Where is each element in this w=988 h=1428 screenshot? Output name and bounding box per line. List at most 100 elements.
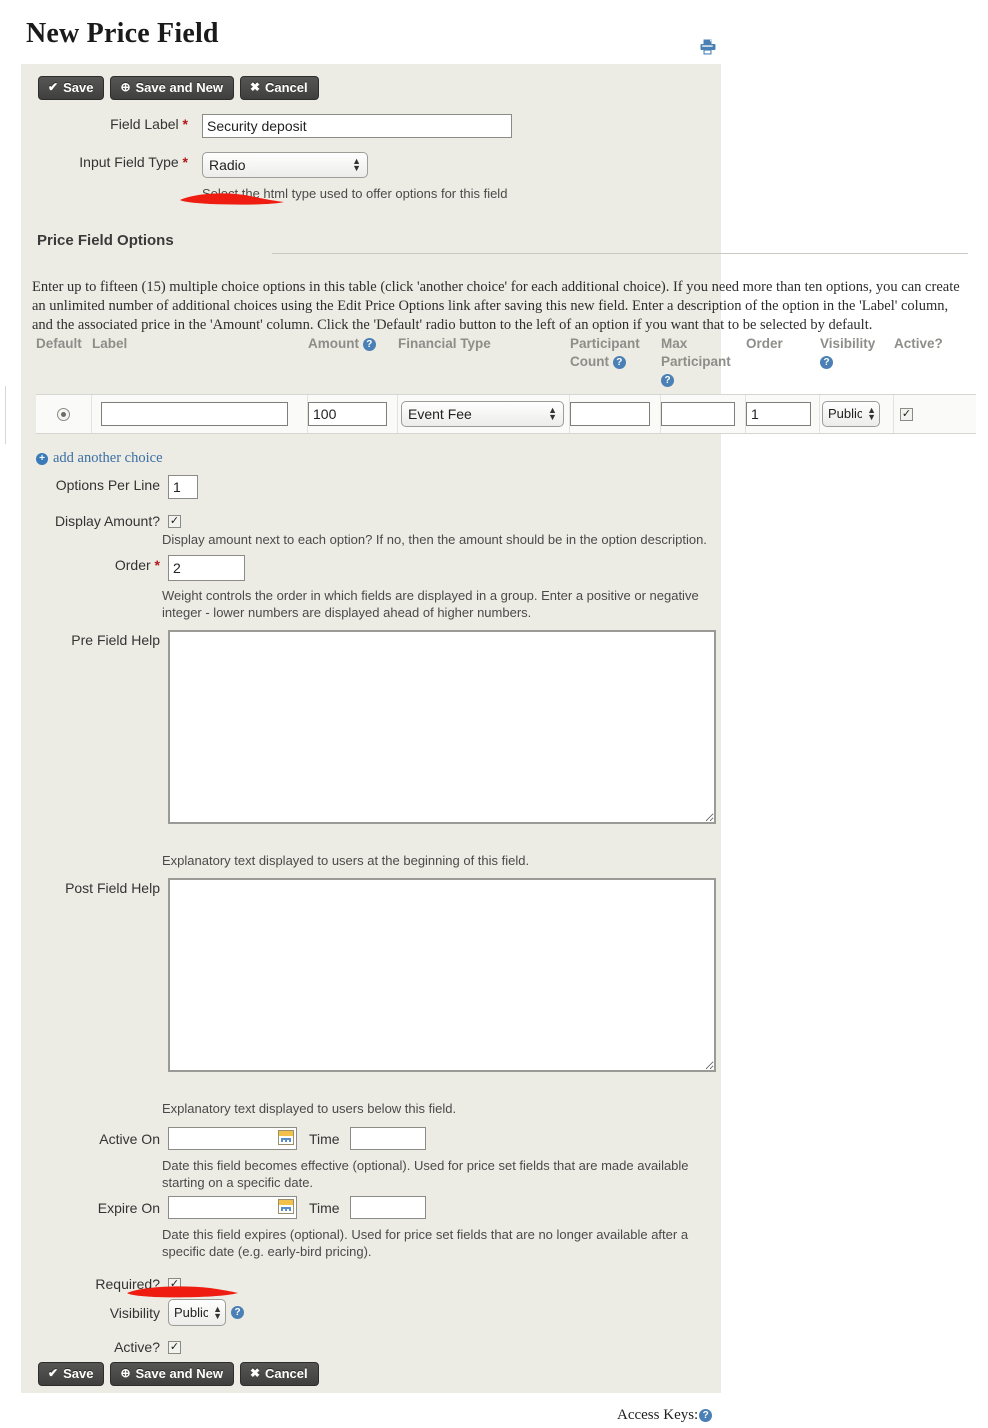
- order-input[interactable]: [168, 555, 245, 581]
- cancel-button-label: Cancel: [265, 1366, 308, 1381]
- option-visibility-select[interactable]: Public: [822, 401, 880, 427]
- active-label: Active?: [114, 1339, 160, 1355]
- display-amount-label: Display Amount?: [54, 513, 160, 529]
- active-on-label: Active On: [99, 1130, 160, 1147]
- order-label: Order: [114, 557, 151, 573]
- input-field-type-row: Input Field Type * Radio ▲ ▼: [38, 152, 638, 178]
- price-field-options-intro: Enter up to fifteen (15) multiple choice…: [32, 279, 960, 333]
- active-on-time-input[interactable]: [349, 1127, 426, 1150]
- column-header-max-participant-text: Max Participant: [661, 336, 731, 369]
- active-checkbox[interactable]: ✓: [168, 1340, 181, 1354]
- display-amount-checkbox[interactable]: ✓: [168, 514, 181, 528]
- add-another-choice-link[interactable]: + add another choice: [36, 450, 163, 467]
- column-header-max-participant: Max Participant ?: [661, 335, 746, 389]
- cancel-button-label: Cancel: [265, 80, 308, 95]
- cancel-button-bottom[interactable]: ✖ Cancel: [239, 1362, 319, 1386]
- required-marker: *: [182, 116, 188, 132]
- expire-on-time-input[interactable]: [349, 1196, 426, 1219]
- post-field-help-textarea[interactable]: [168, 878, 716, 1072]
- visibility-select[interactable]: Public: [168, 1299, 226, 1326]
- printer-icon[interactable]: [699, 38, 717, 56]
- cancel-button-top[interactable]: ✖ Cancel: [239, 76, 319, 100]
- max-participant-input[interactable]: [661, 402, 735, 426]
- column-header-participant-count: Participant Count ?: [570, 335, 661, 389]
- pre-field-help-label: Pre Field Help: [71, 632, 160, 648]
- order-help: Weight controls the order in which field…: [162, 588, 699, 620]
- expire-on-row: Expire On Time: [38, 1196, 426, 1219]
- post-field-help-label: Post Field Help: [65, 880, 160, 896]
- column-header-amount-text: Amount: [308, 336, 359, 351]
- close-icon: ✖: [249, 80, 260, 94]
- save-and-new-button-top[interactable]: ⊕ Save and New: [110, 76, 234, 100]
- help-icon-amount[interactable]: ?: [362, 337, 376, 351]
- column-header-visibility-text: Visibility: [820, 336, 876, 351]
- section-divider: [272, 253, 968, 254]
- cell-default: [36, 395, 92, 433]
- cell-visibility: Public ▲ ▼: [820, 395, 894, 433]
- visibility-label: Visibility: [109, 1304, 160, 1321]
- check-icon: ✔: [48, 80, 59, 94]
- cell-amount: [308, 395, 398, 433]
- help-icon-access-keys[interactable]: ?: [699, 1409, 713, 1422]
- options-per-line-input[interactable]: [168, 475, 198, 499]
- plus-circle-icon: ⊕: [120, 80, 131, 94]
- save-and-new-button-label: Save and New: [135, 80, 223, 95]
- pre-field-help-row: Pre Field Help: [38, 630, 716, 824]
- pre-field-help-description: Explanatory text displayed to users at t…: [162, 853, 530, 868]
- options-per-line-label: Options Per Line: [55, 477, 160, 493]
- required-label: Required?: [95, 1276, 160, 1292]
- check-icon: ✔: [48, 1366, 59, 1380]
- required-checkbox[interactable]: ✓: [168, 1277, 181, 1291]
- table-row: Event Fee ▲▼ Public ▲▼ ✓: [36, 394, 976, 434]
- expire-on-time-label: Time: [309, 1199, 340, 1216]
- field-label-label: Field Label: [110, 116, 179, 132]
- display-amount-help: Display amount next to each option? If n…: [162, 532, 707, 547]
- post-field-help-row: Post Field Help: [38, 878, 716, 1072]
- page-title: New Price Field: [26, 18, 219, 49]
- option-active-checkbox[interactable]: ✓: [900, 407, 913, 421]
- left-page-edge: [0, 0, 5, 1428]
- section-heading-price-field-options: Price Field Options: [37, 232, 174, 249]
- required-marker: *: [154, 557, 160, 573]
- cell-label: [92, 395, 308, 433]
- input-field-type-select[interactable]: Radio: [202, 152, 368, 178]
- save-button-top[interactable]: ✔ Save: [38, 76, 105, 100]
- active-on-time-label: Time: [309, 1130, 340, 1147]
- option-amount-input[interactable]: [308, 402, 387, 426]
- required-marker: *: [182, 154, 188, 170]
- help-icon-max-participant[interactable]: ?: [661, 373, 674, 387]
- display-amount-row: Display Amount? ✓: [38, 511, 181, 531]
- column-header-participant-count-text: Participant Count: [570, 336, 640, 369]
- help-icon-visibility[interactable]: ?: [820, 355, 833, 369]
- column-header-visibility: Visibility ?: [820, 335, 894, 389]
- save-button-bottom[interactable]: ✔ Save: [38, 1362, 105, 1386]
- cell-participant-count: [570, 395, 661, 433]
- price-options-table-header: Default Label Amount ? Financial Type Pa…: [36, 335, 976, 389]
- option-label-input[interactable]: [101, 402, 288, 426]
- field-label-row: Field Label *: [38, 114, 638, 138]
- save-button-label: Save: [63, 1366, 94, 1381]
- required-row: Required? ✓: [38, 1274, 181, 1294]
- default-radio[interactable]: [57, 407, 70, 421]
- help-icon-participant-count[interactable]: ?: [612, 355, 626, 369]
- participant-count-input[interactable]: [570, 402, 650, 426]
- expire-on-help: Date this field expires (optional). Used…: [162, 1227, 689, 1259]
- column-header-label: Label: [92, 336, 128, 351]
- cell-max-participant: [661, 395, 746, 433]
- toolbar-bottom: ✔ Save ⊕ Save and New ✖ Cancel: [38, 1362, 319, 1386]
- close-icon: ✖: [249, 1366, 260, 1380]
- order-row: Order *: [38, 555, 245, 581]
- panel-edge-line: [5, 386, 6, 444]
- field-label-input[interactable]: [202, 114, 512, 138]
- option-order-input[interactable]: [746, 402, 811, 426]
- active-row: Active? ✓: [38, 1337, 181, 1357]
- calendar-icon[interactable]: [278, 1130, 294, 1145]
- toolbar-top: ✔ Save ⊕ Save and New ✖ Cancel: [38, 76, 319, 100]
- column-header-active: Active?: [894, 336, 943, 351]
- pre-field-help-textarea[interactable]: [168, 630, 716, 824]
- help-icon-visibility[interactable]: ?: [231, 1306, 244, 1319]
- calendar-icon[interactable]: [278, 1199, 294, 1214]
- save-and-new-button-bottom[interactable]: ⊕ Save and New: [110, 1362, 234, 1386]
- financial-type-select[interactable]: Event Fee: [401, 401, 564, 427]
- visibility-row: Visibility Public ▲ ▼ ?: [38, 1299, 244, 1326]
